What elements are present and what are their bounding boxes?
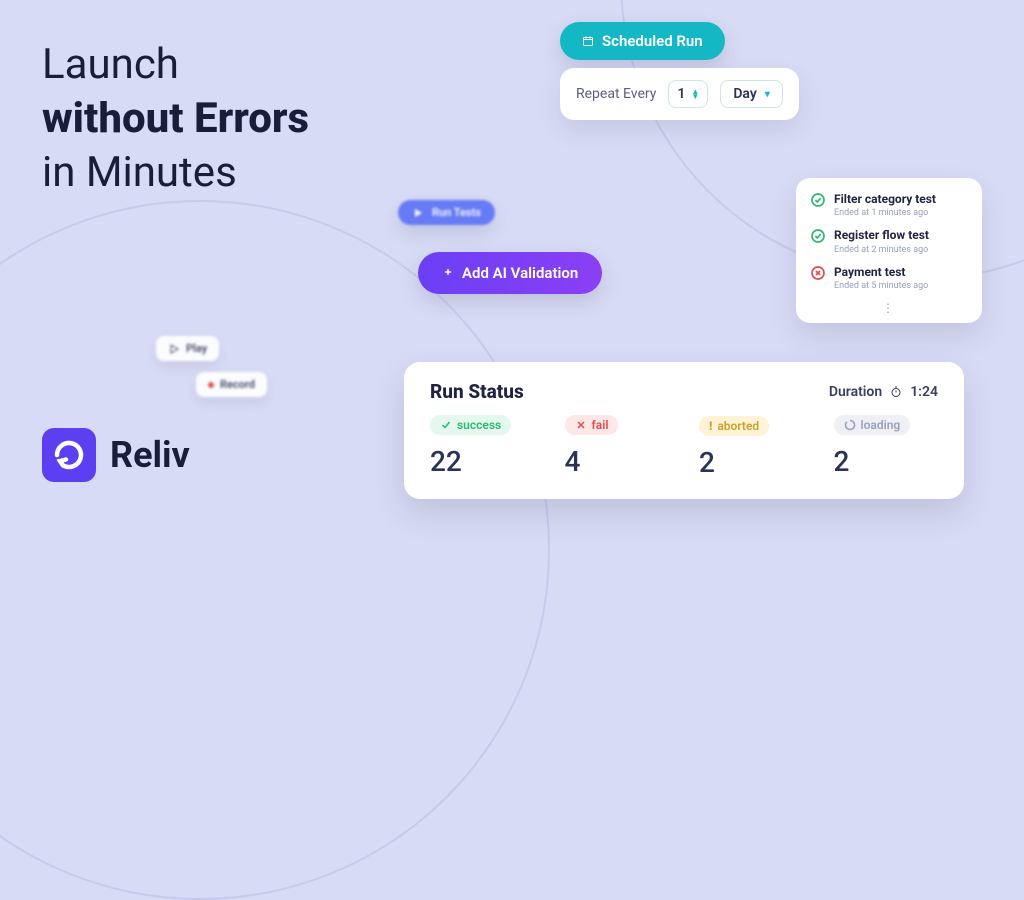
reliv-logo-icon bbox=[51, 437, 87, 473]
record-chip[interactable]: Record bbox=[196, 372, 267, 397]
headline-line1: Launch bbox=[42, 38, 309, 92]
repeat-value-stepper[interactable]: 1 ▲▼ bbox=[668, 80, 708, 108]
test-subtitle: Ended at 2 minutes ago bbox=[834, 245, 929, 255]
status-col-success: success 22 bbox=[430, 415, 535, 479]
play-chip-label: Play bbox=[186, 342, 207, 355]
test-results-panel: Filter category test Ended at 1 minutes … bbox=[796, 178, 982, 323]
sparkle-icon bbox=[442, 267, 454, 279]
play-icon bbox=[412, 207, 424, 219]
play-chip[interactable]: Play bbox=[156, 336, 219, 361]
stopwatch-icon bbox=[890, 386, 902, 398]
repeat-value: 1 bbox=[677, 86, 685, 102]
calendar-icon bbox=[582, 35, 594, 47]
loading-count: 2 bbox=[834, 445, 939, 478]
chevron-down-icon: ▾ bbox=[765, 89, 770, 100]
test-row[interactable]: Filter category test Ended at 1 minutes … bbox=[810, 192, 968, 218]
brand-logo bbox=[42, 428, 96, 482]
status-col-aborted: ! aborted 2 bbox=[699, 415, 804, 479]
repeat-settings-card: Repeat Every 1 ▲▼ Day ▾ bbox=[560, 68, 799, 120]
status-col-fail: fail 4 bbox=[565, 415, 670, 479]
success-label: success bbox=[457, 418, 501, 432]
check-circle-icon bbox=[810, 228, 826, 244]
headline-line2: without Errors bbox=[42, 92, 309, 146]
fail-count: 4 bbox=[565, 445, 670, 478]
success-count: 22 bbox=[430, 445, 535, 478]
brand-name: Reliv bbox=[110, 434, 190, 476]
add-ai-validation-button[interactable]: Add AI Validation bbox=[418, 252, 602, 294]
headline: Launch without Errors in Minutes bbox=[42, 38, 309, 199]
duration-label: Duration bbox=[829, 384, 882, 400]
repeat-label: Repeat Every bbox=[576, 86, 656, 102]
fail-label: fail bbox=[592, 418, 609, 432]
test-row[interactable]: Register flow test Ended at 2 minutes ag… bbox=[810, 228, 968, 254]
repeat-unit: Day bbox=[733, 86, 757, 102]
record-icon bbox=[208, 382, 214, 388]
bg-arc bbox=[0, 200, 550, 900]
warning-icon: ! bbox=[709, 419, 712, 433]
test-subtitle: Ended at 1 minutes ago bbox=[834, 208, 936, 218]
play-icon bbox=[168, 343, 180, 355]
scheduled-run-label: Scheduled Run bbox=[602, 32, 703, 50]
duration-value: 1:24 bbox=[910, 384, 938, 400]
test-row[interactable]: Payment test Ended at 5 minutes ago bbox=[810, 265, 968, 291]
scheduled-run-button[interactable]: Scheduled Run bbox=[560, 22, 725, 60]
fail-badge: fail bbox=[565, 415, 619, 435]
x-icon bbox=[575, 419, 587, 431]
run-status-title: Run Status bbox=[430, 380, 524, 403]
test-title: Filter category test bbox=[834, 192, 936, 206]
duration: Duration 1:24 bbox=[829, 384, 938, 400]
status-col-loading: loading 2 bbox=[834, 415, 939, 479]
aborted-label: aborted bbox=[717, 419, 759, 433]
run-tests-button[interactable]: Run Tests bbox=[398, 200, 495, 225]
spinner-icon bbox=[844, 419, 856, 431]
run-tests-label: Run Tests bbox=[432, 206, 481, 219]
record-chip-label: Record bbox=[220, 378, 255, 391]
aborted-count: 2 bbox=[699, 446, 804, 479]
repeat-unit-select[interactable]: Day ▾ bbox=[720, 80, 783, 108]
headline-line3: in Minutes bbox=[42, 146, 309, 200]
success-badge: success bbox=[430, 415, 511, 435]
brand: Reliv bbox=[42, 428, 190, 482]
more-icon[interactable]: ⋮ bbox=[810, 301, 968, 315]
ai-validation-label: Add AI Validation bbox=[462, 264, 578, 282]
test-title: Payment test bbox=[834, 265, 928, 279]
check-circle-icon bbox=[810, 192, 826, 208]
check-icon bbox=[440, 419, 452, 431]
test-title: Register flow test bbox=[834, 228, 929, 242]
loading-badge: loading bbox=[834, 415, 911, 435]
run-status-card: Run Status Duration 1:24 success 22 fail… bbox=[404, 362, 964, 499]
stepper-arrows-icon: ▲▼ bbox=[691, 89, 699, 99]
aborted-badge: ! aborted bbox=[699, 416, 769, 436]
x-circle-icon bbox=[810, 265, 826, 281]
test-subtitle: Ended at 5 minutes ago bbox=[834, 281, 928, 291]
loading-label: loading bbox=[861, 418, 901, 432]
